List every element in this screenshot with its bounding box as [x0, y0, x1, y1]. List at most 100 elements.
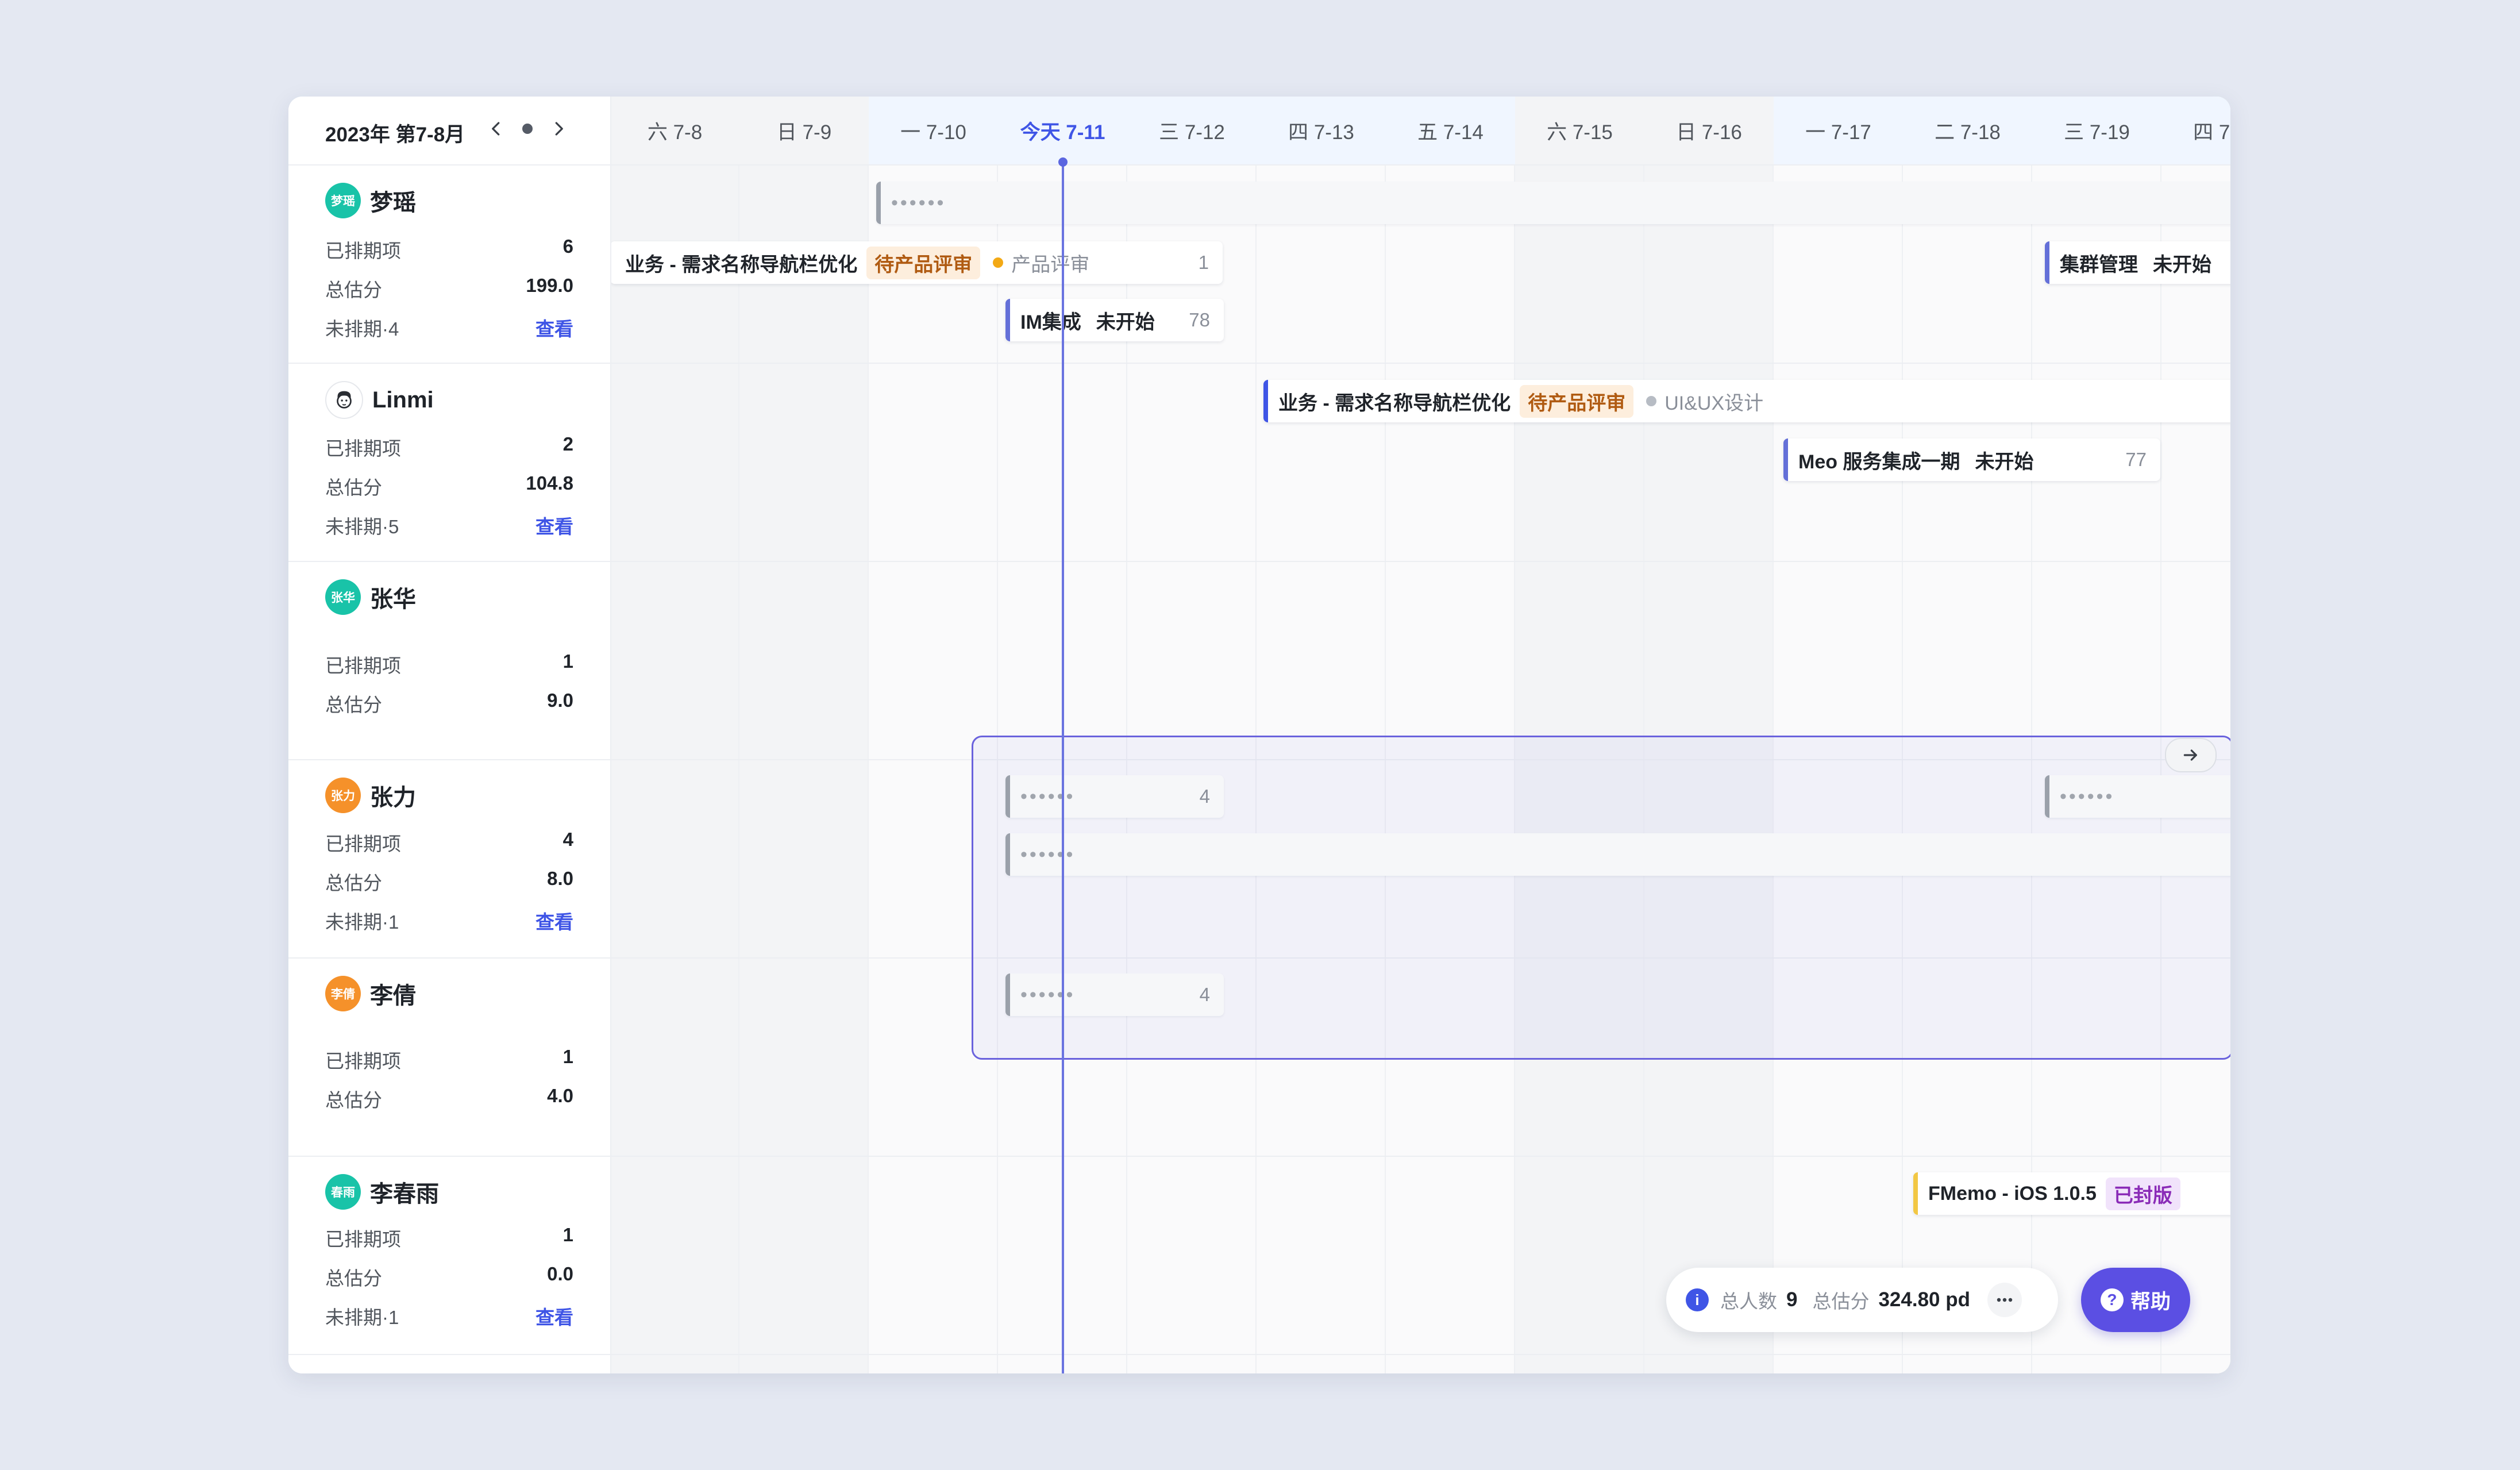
member-stat-row: 总估分 199.0 — [325, 275, 573, 301]
day-header[interactable]: 三 7-19 — [2032, 97, 2161, 166]
dot-icon — [522, 124, 533, 134]
day-header[interactable]: 一 7-17 — [1774, 97, 1903, 166]
member-header: Linmi — [325, 381, 434, 419]
stat-value: 2 — [562, 433, 573, 455]
today-marker-dot — [1058, 157, 1068, 167]
scroll-right-button[interactable] — [2165, 738, 2217, 772]
day-column[interactable] — [1257, 97, 1386, 1373]
stat-label: 总估分 — [325, 1090, 382, 1111]
member-card[interactable]: 春雨 李春雨 已排期项 1 总估分 0.0 未排期·1 查看 — [288, 1156, 610, 1355]
day-column[interactable] — [1644, 97, 1774, 1373]
day-header[interactable]: 四 7-13 — [1257, 97, 1386, 166]
day-header[interactable]: 日 7-9 — [739, 97, 869, 166]
task-bar[interactable]: •••••• — [2045, 775, 2230, 818]
task-title: 业务 - 需求名称导航栏优化 — [625, 253, 858, 276]
help-button[interactable]: ? 帮助 — [2081, 1268, 2190, 1332]
task-color-stripe — [1005, 973, 1010, 1016]
prev-period-button[interactable] — [484, 116, 509, 141]
task-bar[interactable]: 业务 - 需求名称导航栏优化 待产品评审 UI&UX设计 — [1263, 380, 2230, 422]
day-header[interactable]: 五 7-14 — [1386, 97, 1515, 166]
member-sidebar: 2023年 第7-8月 梦瑶 梦瑶 已排期项 6 总估分 199.0 未排期·4 查看 Linm… — [288, 97, 611, 1373]
member-header: 李倩 李倩 — [325, 976, 416, 1011]
member-card[interactable]: Linmi 已排期项 2 总估分 104.8 未排期·5 查看 — [288, 363, 610, 562]
day-label: 日 7-9 — [776, 121, 832, 144]
task-tag: 已封版 — [2105, 1177, 2180, 1210]
day-header[interactable]: 三 7-12 — [1127, 97, 1257, 166]
today-button[interactable] — [515, 116, 540, 141]
day-label: 一 7-17 — [1805, 121, 1871, 144]
member-name: 李春雨 — [370, 1182, 439, 1207]
stat-label: 已排期项 — [325, 655, 401, 676]
task-stage: UI&UX设计 — [1646, 387, 1763, 415]
task-bar[interactable]: Meo 服务集成一期 未开始 77 — [1783, 438, 2160, 481]
task-title: 业务 - 需求名称导航栏优化 — [1278, 392, 1511, 414]
task-bar[interactable]: •••••• 4 — [1005, 775, 1224, 818]
avatar: 春雨 — [325, 1174, 361, 1210]
stat-value: 4 — [562, 829, 573, 850]
task-stage-label: 产品评审 — [1011, 253, 1090, 276]
day-header[interactable]: 今天 7-11 — [998, 97, 1127, 166]
task-bar[interactable]: •••••• — [876, 182, 2230, 224]
stat-label: 未排期·1 — [325, 1307, 399, 1328]
timeline[interactable]: 六 7-8 日 7-9 一 7-10 今天 7-11 三 7-12 四 7-13 五 7-1… — [610, 97, 2230, 1373]
stat-value: 1 — [562, 651, 573, 672]
stat-value: 8.0 — [547, 868, 573, 889]
avatar: 梦瑶 — [325, 183, 361, 218]
task-color-stripe — [1005, 775, 1010, 818]
member-stat-row: 总估分 9.0 — [325, 690, 573, 715]
day-header[interactable]: 四 7-20 — [2161, 97, 2230, 166]
task-bar[interactable]: 集群管理 未开始 — [2045, 241, 2230, 284]
day-header[interactable]: 一 7-10 — [869, 97, 998, 166]
task-bar[interactable]: FMemo - iOS 1.0.5 已封版 — [1913, 1172, 2230, 1215]
view-unscheduled-link[interactable]: 查看 — [535, 314, 573, 341]
day-label: 四 7-13 — [1288, 121, 1354, 144]
day-column[interactable] — [869, 97, 998, 1373]
next-period-button[interactable] — [546, 116, 571, 141]
day-header[interactable]: 六 7-15 — [1515, 97, 1644, 166]
stat-label: 已排期项 — [325, 240, 401, 261]
day-column[interactable] — [1515, 97, 1644, 1373]
task-status: 未开始 — [1096, 311, 1155, 333]
stat-label: 已排期项 — [325, 833, 401, 855]
task-title: •••••• — [891, 191, 946, 214]
day-header[interactable]: 六 7-8 — [610, 97, 739, 166]
stat-value: 104.8 — [526, 472, 573, 494]
today-label: 今天 7-11 — [1020, 121, 1105, 144]
day-label: 六 7-8 — [647, 121, 703, 144]
member-stat-row: 未排期·1 查看 — [325, 907, 573, 934]
task-bar[interactable]: IM集成 未开始 78 — [1005, 299, 1224, 341]
task-bar[interactable]: •••••• 4 — [1005, 973, 1224, 1016]
more-button[interactable] — [1987, 1283, 2022, 1317]
task-color-stripe — [1005, 833, 1010, 876]
avatar-face-icon — [337, 391, 352, 409]
day-column[interactable] — [1774, 97, 1903, 1373]
day-label: 一 7-10 — [900, 121, 966, 144]
avatar: 张华 — [325, 579, 361, 615]
member-stat-row: 已排期项 6 — [325, 236, 573, 261]
member-card[interactable]: 张华 张华 已排期项 1 总估分 9.0 — [288, 561, 610, 760]
day-column[interactable] — [739, 97, 869, 1373]
task-bar[interactable]: 业务 - 需求名称导航栏优化 待产品评审 产品评审 1 — [610, 241, 1223, 284]
task-title: •••••• — [1020, 983, 1076, 1006]
day-label: 三 7-19 — [2064, 121, 2130, 144]
view-unscheduled-link[interactable]: 查看 — [535, 907, 573, 934]
member-card[interactable]: 李倩 李倩 已排期项 1 总估分 4.0 — [288, 957, 610, 1157]
day-label: 六 7-15 — [1547, 121, 1613, 144]
day-header[interactable]: 日 7-16 — [1644, 97, 1774, 166]
task-status: 未开始 — [2153, 253, 2211, 276]
day-column[interactable] — [610, 97, 739, 1373]
member-stat-row: 总估分 8.0 — [325, 868, 573, 894]
view-unscheduled-link[interactable]: 查看 — [535, 1302, 573, 1330]
task-title: Meo 服务集成一期 — [1798, 451, 1960, 473]
member-stat-row: 已排期项 1 — [325, 1046, 573, 1072]
member-card[interactable]: 张力 张力 已排期项 4 总估分 8.0 未排期·1 查看 — [288, 759, 610, 959]
day-column[interactable] — [1386, 97, 1515, 1373]
view-unscheduled-link[interactable]: 查看 — [535, 511, 573, 539]
task-title: IM集成 — [1020, 311, 1081, 333]
day-column[interactable] — [1127, 97, 1257, 1373]
stat-value: 1 — [562, 1224, 573, 1245]
day-header[interactable]: 二 7-18 — [1903, 97, 2032, 166]
stage-dot-icon — [993, 257, 1004, 268]
member-card[interactable]: 梦瑶 梦瑶 已排期项 6 总估分 199.0 未排期·4 查看 — [288, 164, 610, 364]
task-bar[interactable]: •••••• — [1005, 833, 2230, 876]
